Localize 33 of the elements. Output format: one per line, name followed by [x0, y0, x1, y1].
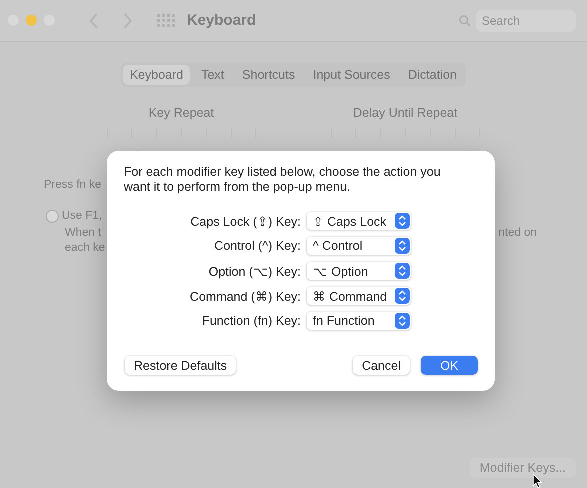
section-heading: Key Repeat — [148, 106, 214, 120]
popup-menu[interactable]: ⇪ Caps Lock — [307, 212, 411, 230]
popup-menu[interactable]: ⌥ Option — [307, 262, 411, 280]
stepper-icon — [395, 213, 410, 229]
dialog-message: For each modifier key listed below, choose the action you want it to perform from the pop-up menu. — [124, 165, 442, 195]
window-control-light[interactable] — [26, 15, 37, 26]
key-label: Control (^) Key: — [214, 239, 301, 253]
popup-menu[interactable]: ⌘ Command — [307, 287, 411, 305]
stepper-icon — [395, 288, 410, 304]
radio-button[interactable] — [46, 210, 59, 223]
section-heading: Delay Until Repeat — [353, 106, 458, 120]
grid-icon[interactable] — [157, 14, 175, 28]
dialog-button[interactable]: Cancel — [353, 356, 410, 375]
key-label: Caps Lock (⇪) Key: — [190, 214, 301, 228]
search-field[interactable]: Search — [476, 10, 576, 32]
key-label: Command (⌘) Key: — [189, 288, 301, 304]
description-text: nted on — [498, 226, 537, 241]
stepper-icon — [395, 263, 410, 279]
cursor-icon — [533, 474, 543, 488]
fn-prompt-text: Press fn ke — [44, 178, 102, 193]
option-label: Use F1, — [62, 209, 102, 224]
key-label: Option (⌥) Key: — [208, 264, 301, 278]
popup-menu[interactable]: ^ Control — [307, 237, 411, 255]
key-label: Function (fn) Key: — [201, 314, 301, 328]
description-text: When t — [65, 226, 102, 241]
description-text: each ke — [65, 241, 106, 256]
popup-menu[interactable]: fn Function — [307, 312, 411, 330]
dialog-button[interactable]: OK — [421, 356, 478, 375]
stepper-icon — [395, 238, 410, 254]
stepper-icon — [395, 313, 410, 329]
window-title: Keyboard — [187, 12, 256, 29]
search-icon — [459, 14, 471, 26]
dialog-button[interactable]: Restore Defaults — [125, 356, 236, 375]
